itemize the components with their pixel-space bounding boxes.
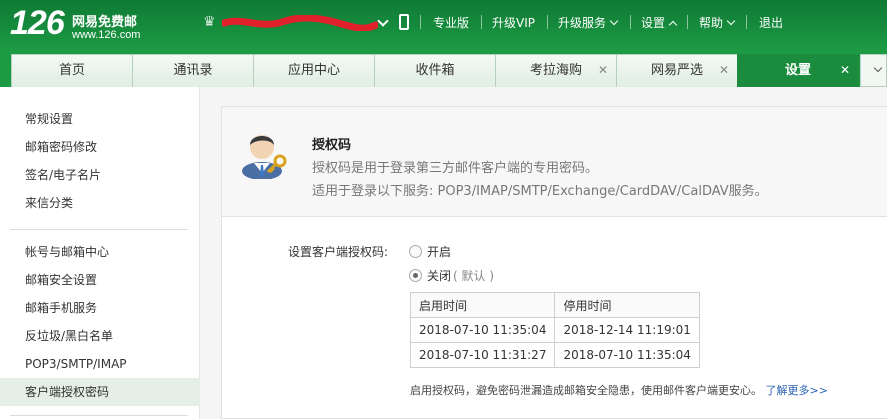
auth-history-table: 启用时间 停用时间 2018-07-10 11:35:04 2018-12-14… (409, 292, 700, 368)
nav-upgrade-service-label: 升级服务 (558, 16, 607, 30)
top-header: 126 网易免费邮 www.126.com ♛ 专业版 升级VIP 升级服务 设… (0, 0, 887, 50)
redacted-account-scribble[interactable] (222, 15, 378, 31)
default-hint: ( 默认 ) (453, 269, 495, 283)
tab-kaola[interactable]: 考拉海购 ✕ (495, 54, 617, 87)
tab-inbox[interactable]: 收件箱 (374, 54, 496, 87)
table-header-row: 启用时间 停用时间 (409, 292, 700, 318)
sidebar-item-pop3[interactable]: POP3/SMTP/IMAP (0, 350, 200, 378)
tab-overflow-button[interactable] (860, 54, 887, 87)
sidebar-item-mobile[interactable]: 邮箱手机服务 (0, 294, 200, 322)
tab-app-center[interactable]: 应用中心 (253, 54, 375, 87)
tab-label: 应用中心 (287, 63, 340, 78)
close-icon[interactable]: ✕ (598, 55, 608, 86)
sidebar-item-password[interactable]: 邮箱密码修改 (0, 133, 200, 161)
tab-label: 考拉海购 (529, 63, 582, 78)
sidebar-divider (10, 415, 188, 416)
radio-disable[interactable] (409, 269, 422, 282)
sidebar-item-account-center[interactable]: 帐号与邮箱中心 (0, 238, 200, 266)
table-cell: 2018-07-10 11:35:04 (554, 342, 700, 368)
tab-label: 设置 (784, 63, 811, 78)
table-cell: 2018-07-10 11:31:27 (409, 342, 556, 368)
sidebar-item-antispam[interactable]: 反垃圾/黑白名单 (0, 322, 200, 350)
auth-tip-text: 启用授权码，避免密码泄漏造成邮箱安全隐患，使用邮件客户端更安心。 (410, 384, 762, 397)
close-icon[interactable]: ✕ (719, 55, 729, 86)
tab-yanxuan[interactable]: 网易严选 ✕ (616, 54, 738, 87)
crown-icon: ♛ (203, 14, 216, 30)
tab-contacts[interactable]: 通讯录 (132, 54, 254, 87)
auth-info-box: 授权码 授权码是用于登录第三方邮件客户端的专用密码。 适用于登录以下服务: PO… (222, 107, 887, 217)
nav-upgrade-vip[interactable]: 升级VIP (492, 14, 535, 31)
tab-bar: 首页 通讯录 应用中心 收件箱 考拉海购 ✕ 网易严选 ✕ 设置 ✕ (0, 50, 887, 87)
sidebar-item-client-auth[interactable]: 客户端授权密码 (0, 378, 200, 406)
learn-more-link[interactable]: 了解更多>> (766, 384, 828, 397)
auth-code-title: 授权码 (312, 138, 352, 153)
mobile-phone-icon[interactable] (399, 14, 409, 30)
sidebar-item-security[interactable]: 邮箱安全设置 (0, 266, 200, 294)
nav-divider (687, 15, 688, 29)
table-cell: 2018-07-10 11:35:04 (409, 317, 556, 343)
auth-code-services: 适用于登录以下服务: POP3/IMAP/SMTP/Exchange/CardD… (312, 184, 768, 199)
chevron-down-icon (873, 63, 883, 73)
nav-help[interactable]: 帮助 (699, 14, 736, 31)
tab-settings[interactable]: 设置 ✕ (737, 54, 859, 87)
nav-settings-label: 设置 (641, 16, 666, 30)
nav-divider (746, 15, 747, 29)
chevron-down-icon (609, 16, 619, 26)
table-row: 2018-07-10 11:31:27 2018-07-10 11:35:04 (409, 342, 700, 368)
tab-home[interactable]: 首页 (11, 54, 133, 87)
nav-upgrade-service[interactable]: 升级服务 (558, 14, 619, 31)
sidebar-item-signature[interactable]: 签名/电子名片 (0, 161, 200, 189)
tab-label: 收件箱 (415, 63, 455, 78)
logo-name[interactable]: 网易免费邮 (72, 11, 137, 30)
auth-code-panel: 授权码 授权码是用于登录第三方邮件客户端的专用密码。 适用于登录以下服务: PO… (221, 106, 887, 419)
sidebar-item-filters[interactable]: 来信分类 (0, 189, 200, 217)
table-cell: 2018-12-14 11:19:01 (554, 317, 700, 343)
tab-label: 首页 (58, 63, 85, 78)
logo-url: www.126.com (72, 29, 141, 41)
nav-settings[interactable]: 设置 (641, 14, 678, 31)
table-row: 2018-07-10 11:35:04 2018-12-14 11:19:01 (409, 317, 700, 343)
tab-label: 网易严选 (650, 63, 703, 78)
main-content: 授权码 授权码是用于登录第三方邮件客户端的专用密码。 适用于登录以下服务: PO… (200, 87, 887, 419)
auth-tip: 启用授权码，避免密码泄漏造成邮箱安全隐患，使用邮件客户端更安心。 了解更多>> (410, 382, 828, 398)
radio-enable[interactable] (409, 245, 422, 258)
auth-setting-label: 设置客户端授权码: (288, 245, 389, 259)
nav-help-label: 帮助 (699, 16, 724, 30)
tab-label: 通讯录 (173, 63, 213, 78)
chevron-down-icon (726, 16, 736, 26)
logo-number[interactable]: 126 (10, 4, 65, 43)
radio-disable-label[interactable]: 关闭( 默认 ) (427, 267, 494, 284)
auth-code-description: 授权码是用于登录第三方邮件客户端的专用密码。 (312, 161, 599, 176)
close-icon[interactable]: ✕ (840, 55, 850, 86)
nav-divider (420, 15, 421, 29)
nav-divider (481, 15, 482, 29)
nav-divider (630, 15, 631, 29)
column-header: 停用时间 (554, 292, 700, 318)
sidebar-item-general[interactable]: 常规设置 (0, 105, 200, 133)
nav-pro-edition[interactable]: 专业版 (433, 14, 469, 31)
nav-logout[interactable]: 退出 (759, 14, 783, 31)
settings-sidebar: 常规设置 邮箱密码修改 签名/电子名片 来信分类 帐号与邮箱中心 邮箱安全设置 … (0, 87, 200, 419)
radio-disable-text: 关闭 (427, 269, 452, 283)
chevron-down-icon[interactable] (377, 15, 389, 27)
radio-enable-label[interactable]: 开启 (427, 243, 451, 260)
user-key-icon (242, 135, 287, 179)
sidebar-divider (10, 229, 188, 230)
column-header: 启用时间 (409, 292, 556, 318)
nav-divider (547, 15, 548, 29)
chevron-up-icon (668, 20, 678, 30)
